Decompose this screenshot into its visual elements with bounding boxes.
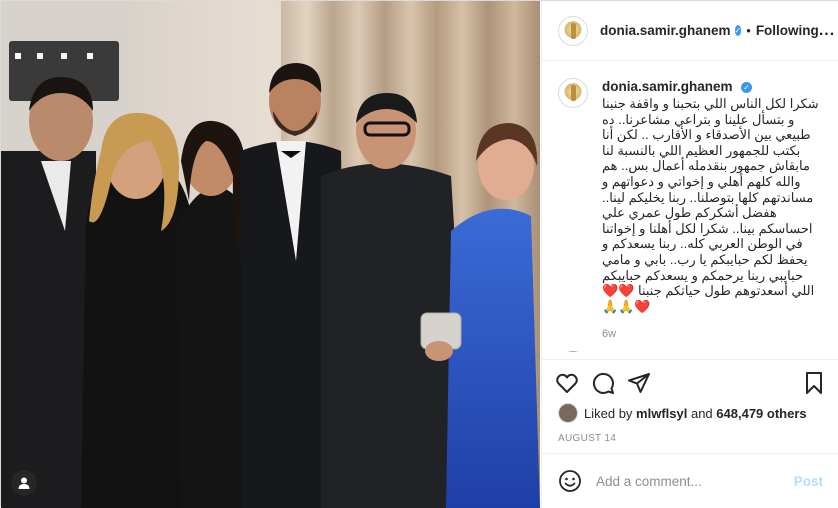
likes-summary: Liked by mlwflsyl and 648,479 others xyxy=(558,403,807,423)
caption-age: 6w xyxy=(602,328,617,341)
comment-icon xyxy=(592,372,614,394)
bookmark-icon xyxy=(806,371,822,394)
comment-avatar[interactable] xyxy=(558,351,588,352)
post-modal: donia.samir.ghanem ✓ • Following ... don… xyxy=(0,0,838,508)
add-comment-bar: Post xyxy=(542,453,838,508)
caption-username[interactable]: donia.samir.ghanem xyxy=(602,79,733,94)
share-icon xyxy=(628,372,650,393)
group-photo-illustration xyxy=(1,1,540,508)
author-username[interactable]: donia.samir.ghanem xyxy=(600,23,731,38)
more-options-icon[interactable]: ... xyxy=(819,22,835,40)
caption-text: شكرا لكل الناس اللي بتحبنا و واقفة جنبنا… xyxy=(602,96,823,314)
likes-prefix: Liked by xyxy=(584,405,633,421)
likes-count[interactable]: 648,479 others xyxy=(716,406,806,421)
comment-button[interactable] xyxy=(590,370,616,396)
comments-area[interactable]: donia.samir.ghanem ✓ شكرا لكل الناس اللي… xyxy=(542,62,838,352)
separator-dot: • xyxy=(746,23,751,38)
like-button[interactable] xyxy=(554,370,580,396)
heart-icon xyxy=(556,373,578,393)
emoji-icon[interactable] xyxy=(558,469,582,493)
post-button[interactable]: Post xyxy=(794,474,823,489)
save-button[interactable] xyxy=(801,370,827,396)
liker-avatar[interactable] xyxy=(558,403,578,423)
user-tag-icon[interactable] xyxy=(11,470,37,496)
likes-and: and xyxy=(690,405,713,421)
comment-input[interactable] xyxy=(594,472,794,490)
following-button[interactable]: Following xyxy=(756,23,819,38)
caption: donia.samir.ghanem ✓ شكرا لكل الناس اللي… xyxy=(558,78,823,340)
post-photo[interactable] xyxy=(1,1,540,508)
post-date[interactable]: AUGUST 14 xyxy=(558,433,616,444)
verified-badge-icon: ✓ xyxy=(741,82,752,93)
post-side-panel: donia.samir.ghanem ✓ • Following ... don… xyxy=(541,1,838,508)
author-avatar[interactable] xyxy=(558,15,588,46)
caption-avatar[interactable] xyxy=(558,78,588,108)
caption-body: شكرا لكل الناس اللي بتحبنا و واقفة جنبنا… xyxy=(602,96,819,299)
action-bar xyxy=(542,359,838,399)
verified-badge-icon: ✓ xyxy=(734,25,742,36)
post-header: donia.samir.ghanem ✓ • Following ... xyxy=(542,1,838,61)
liker-username[interactable]: mlwflsyl xyxy=(636,406,687,421)
share-button[interactable] xyxy=(626,370,652,396)
